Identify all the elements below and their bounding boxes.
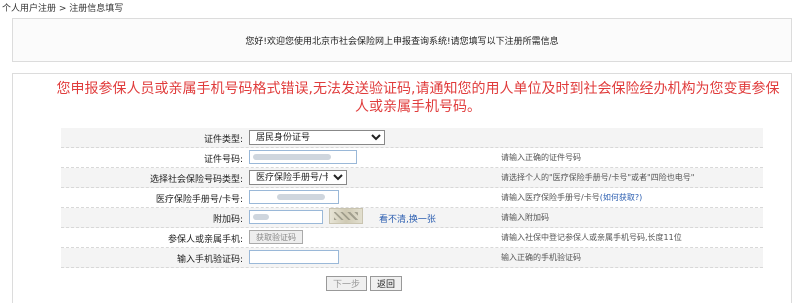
id-type-select[interactable]: 居民身份证号: [249, 130, 385, 145]
row-phone: 参保人或亲属手机: 获取验证码 请输入社保中登记参保人或亲属手机号码,长度11位: [61, 228, 763, 248]
redacted-value: [277, 194, 325, 200]
id-type-label: 证件类型:: [203, 135, 243, 145]
sms-code-input[interactable]: [249, 250, 339, 264]
id-number-hint: 请输入正确的证件号码: [501, 153, 581, 162]
welcome-banner: 您好!欢迎您使用北京市社会保险网上申报查询系统!请您填写以下注册所需信息: [12, 18, 792, 62]
id-number-label: 证件号码:: [203, 155, 243, 165]
captcha-input[interactable]: [249, 210, 323, 224]
medical-type-label: 选择社会保险号码类型:: [149, 175, 243, 185]
error-message: 您申报参保人员或亲属手机号码格式错误,无法发送验证码,请通知您的用人单位及时到社…: [56, 81, 780, 115]
sms-code-label: 输入手机验证码:: [176, 255, 243, 265]
back-button[interactable]: 返回: [370, 276, 403, 291]
registration-panel: 您申报参保人员或亲属手机号码格式错误,无法发送验证码,请通知您的用人单位及时到社…: [12, 73, 792, 303]
welcome-text: 您好!欢迎您使用北京市社会保险网上申报查询系统!请您填写以下注册所需信息: [245, 36, 559, 47]
captcha-hint: 请输入附加码: [501, 213, 549, 222]
medical-type-select[interactable]: 医疗保险手册号/卡号: [249, 170, 347, 185]
redacted-value: [253, 154, 331, 160]
get-code-button[interactable]: 获取验证码: [249, 230, 303, 244]
next-button[interactable]: 下一步: [326, 276, 368, 291]
phone-hint: 请输入社保中登记参保人或亲属手机号码,长度11位: [501, 233, 682, 242]
breadcrumb: 个人用户注册 > 注册信息填写: [2, 4, 124, 14]
row-sms-code: 输入手机验证码: 输入正确的手机验证码: [61, 248, 763, 268]
medical-number-hint: 请输入医疗保险手册号/卡号(如何获取?): [501, 192, 642, 203]
medical-number-hint-text: 请输入医疗保险手册号/卡号: [501, 193, 600, 202]
phone-label: 参保人或亲属手机:: [167, 235, 243, 245]
redacted-value: [253, 214, 269, 220]
captcha-refresh-link[interactable]: 看不清,换一张: [379, 212, 436, 225]
medical-type-hint: 请选择个人的"医疗保险手册号/卡号"或者"四险也电号": [501, 173, 695, 182]
row-medical-number: 医疗保险手册号/卡号: 请输入医疗保险手册号/卡号(如何获取?): [61, 188, 763, 208]
sms-code-hint: 输入正确的手机验证码: [501, 253, 581, 262]
medical-number-input[interactable]: [249, 190, 339, 204]
how-to-get-link[interactable]: (如何获取?): [600, 193, 643, 202]
row-captcha: 附加码: 看不清,换一张 请输入附加码: [61, 208, 763, 228]
row-id-type: 证件类型: 居民身份证号: [61, 128, 763, 148]
registration-form: 证件类型: 居民身份证号 证件号码: 请输入正确的证件号码 选择社会保险号码类型…: [61, 128, 763, 268]
row-id-number: 证件号码: 请输入正确的证件号码: [61, 148, 763, 168]
id-number-input[interactable]: [249, 150, 357, 164]
captcha-label: 附加码:: [212, 215, 243, 225]
captcha-image[interactable]: [329, 208, 363, 224]
medical-number-label: 医疗保险手册号/卡号:: [155, 195, 243, 205]
row-medical-type: 选择社会保险号码类型: 医疗保险手册号/卡号 请选择个人的"医疗保险手册号/卡号…: [61, 168, 763, 188]
